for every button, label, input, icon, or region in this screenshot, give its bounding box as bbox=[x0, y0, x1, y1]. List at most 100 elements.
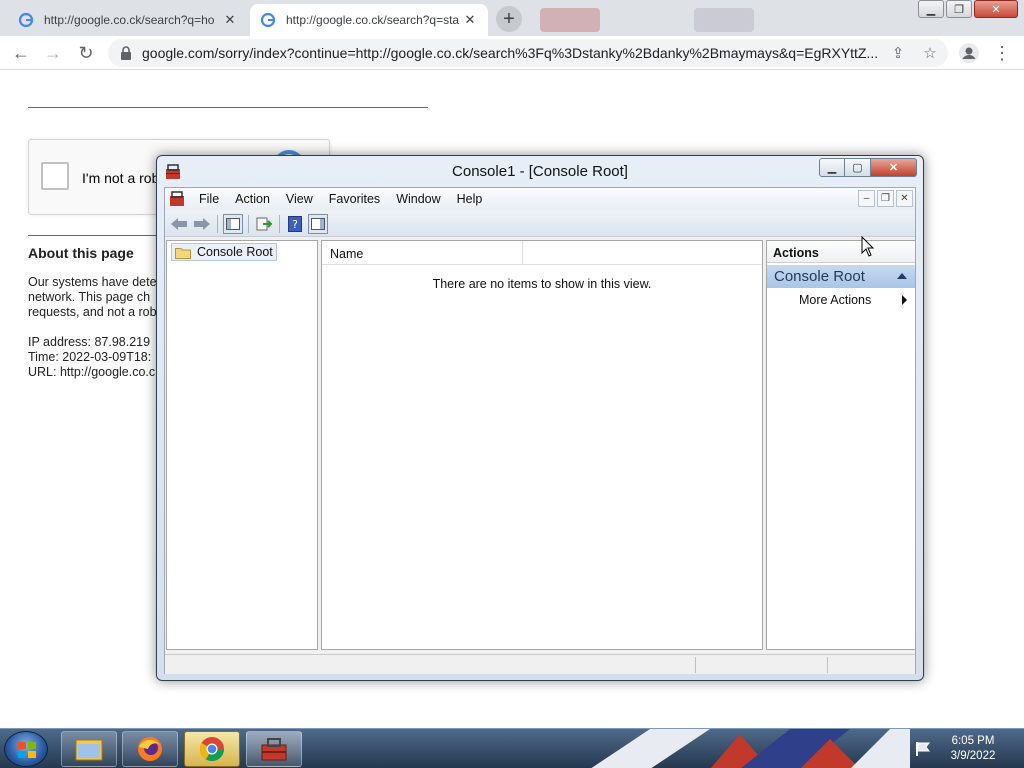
minimize-icon[interactable]: – bbox=[858, 190, 875, 207]
toolbar-separator bbox=[217, 214, 218, 233]
menu-window[interactable]: Window bbox=[388, 192, 448, 206]
mmc-console-window: Console1 - [Console Root] ▁ ▢ ✕ File Act… bbox=[156, 155, 924, 681]
show-hide-action-pane-icon[interactable] bbox=[308, 213, 328, 234]
tab-close-icon[interactable]: ✕ bbox=[222, 12, 238, 28]
request-info: IP address: 87.98.219 Time: 2022-03-09T18… bbox=[28, 335, 155, 380]
firefox-icon bbox=[138, 737, 162, 761]
svg-text:?: ? bbox=[292, 218, 298, 231]
share-icon[interactable]: ⇪ bbox=[886, 41, 910, 65]
mmc-window-controls: ▁ ▢ ✕ bbox=[819, 158, 917, 177]
system-clock[interactable]: 6:05 PM 3/9/2022 bbox=[940, 734, 1006, 764]
menu-help[interactable]: Help bbox=[449, 192, 491, 206]
address-url: google.com/sorry/index?continue=http://g… bbox=[142, 45, 879, 61]
recaptcha-label: I'm not a rob bbox=[82, 170, 160, 186]
browser-toolbar: ← → ↻ google.com/sorry/index?continue=ht… bbox=[0, 36, 1024, 70]
export-list-icon[interactable] bbox=[254, 214, 274, 234]
divider bbox=[28, 107, 428, 108]
browser-tab-2[interactable]: http://google.co.ck/search?q=sta ✕ bbox=[250, 4, 488, 36]
minimize-icon[interactable]: ▁ bbox=[819, 158, 845, 177]
window-title: Console1 - [Console Root] bbox=[452, 163, 628, 180]
tree-item-label: Console Root bbox=[197, 245, 273, 259]
actions-section-console-root[interactable]: Console Root bbox=[767, 265, 915, 288]
browser-tab-1[interactable]: http://google.co.ck/search?q=ho ✕ bbox=[8, 4, 248, 36]
close-icon[interactable]: ✕ bbox=[896, 190, 913, 207]
show-hide-tree-icon[interactable] bbox=[223, 213, 243, 234]
google-favicon-icon bbox=[18, 12, 34, 28]
tree-item-console-root[interactable]: Console Root bbox=[171, 243, 277, 261]
menu-kebab-icon[interactable]: ⋮ bbox=[990, 41, 1014, 65]
toolbar-separator bbox=[248, 214, 249, 233]
scope-tree-pane: Console Root bbox=[166, 240, 318, 650]
background-window-peek bbox=[694, 8, 754, 32]
action-center-flag-icon[interactable] bbox=[914, 741, 932, 757]
mmc-client-area: File Action View Favorites Window Help –… bbox=[164, 187, 916, 674]
taskbar-mmc[interactable] bbox=[246, 731, 302, 767]
tab-title: http://google.co.ck/search?q=ho bbox=[44, 13, 215, 27]
child-window-controls: – ❐ ✕ bbox=[858, 190, 913, 207]
submenu-arrow-icon bbox=[902, 295, 907, 305]
console-document-icon[interactable] bbox=[169, 191, 185, 207]
restore-icon[interactable]: ❐ bbox=[877, 190, 894, 207]
windows-logo-icon bbox=[18, 742, 36, 758]
maximize-icon[interactable]: ▢ bbox=[845, 158, 871, 177]
more-actions-label: More Actions bbox=[799, 293, 872, 307]
about-text: Our systems have dete network. This page … bbox=[28, 275, 157, 320]
minimize-icon[interactable]: ▁ bbox=[918, 0, 944, 18]
result-pane: Name There are no items to show in this … bbox=[321, 240, 763, 650]
mouse-cursor-icon bbox=[861, 236, 875, 257]
lock-icon bbox=[121, 46, 131, 60]
chrome-icon bbox=[199, 737, 224, 762]
clock-date: 3/9/2022 bbox=[950, 750, 996, 762]
taskbar-firefox[interactable] bbox=[122, 731, 178, 767]
tab-title: http://google.co.ck/search?q=sta bbox=[286, 13, 460, 27]
profile-icon[interactable] bbox=[957, 41, 981, 65]
taskbar-chrome[interactable] bbox=[184, 731, 240, 767]
reload-icon[interactable]: ↻ bbox=[74, 41, 98, 65]
recaptcha-checkbox[interactable] bbox=[41, 162, 69, 190]
address-bar[interactable]: google.com/sorry/index?continue=http://g… bbox=[108, 39, 948, 67]
column-separator[interactable] bbox=[522, 241, 523, 265]
maximize-icon[interactable]: ❐ bbox=[946, 0, 972, 18]
tab-close-icon[interactable]: ✕ bbox=[462, 12, 478, 28]
ip-address: IP address: 87.98.219 bbox=[28, 335, 151, 349]
help-icon[interactable]: ? bbox=[285, 214, 305, 234]
forward-arrow-icon[interactable] bbox=[192, 214, 212, 234]
folder-icon bbox=[175, 247, 191, 259]
close-icon[interactable]: ✕ bbox=[871, 158, 917, 177]
request-time: Time: 2022-03-09T18: bbox=[28, 350, 152, 364]
about-title: About this page bbox=[28, 245, 134, 261]
start-button[interactable] bbox=[4, 731, 48, 767]
taskbar-explorer[interactable] bbox=[61, 731, 117, 767]
status-divider bbox=[695, 657, 696, 673]
about-line: Our systems have dete bbox=[28, 275, 157, 289]
google-favicon-icon bbox=[260, 12, 276, 28]
folder-icon bbox=[75, 739, 103, 761]
actions-header: Actions bbox=[767, 241, 915, 263]
back-arrow-icon[interactable]: ← bbox=[9, 41, 33, 65]
actions-pane: Actions Console Root More Actions bbox=[766, 240, 916, 650]
new-tab-button[interactable]: + bbox=[496, 6, 522, 32]
more-actions-item[interactable]: More Actions bbox=[767, 293, 915, 311]
actions-section-label: Console Root bbox=[774, 268, 865, 285]
about-line: requests, and not a rob bbox=[28, 305, 157, 319]
wallpaper-art bbox=[591, 729, 910, 768]
back-arrow-icon[interactable] bbox=[169, 214, 189, 234]
browser-window-controls: ▁ ❐ ✕ bbox=[918, 0, 1018, 18]
empty-view-message: There are no items to show in this view. bbox=[432, 277, 652, 291]
browser-tabstrip: http://google.co.ck/search?q=ho ✕ http:/… bbox=[0, 0, 1024, 36]
column-header: Name bbox=[322, 241, 762, 265]
forward-arrow-icon[interactable]: → bbox=[41, 41, 65, 65]
menu-file[interactable]: File bbox=[191, 192, 227, 206]
request-url: URL: http://google.co.c bbox=[28, 365, 156, 379]
menu-view[interactable]: View bbox=[278, 192, 321, 206]
clock-time: 6:05 PM bbox=[951, 735, 995, 747]
menu-action[interactable]: Action bbox=[227, 192, 278, 206]
toolbar-separator bbox=[279, 214, 280, 233]
collapse-arrow-icon[interactable] bbox=[897, 273, 907, 279]
status-divider bbox=[827, 657, 828, 673]
star-icon[interactable]: ☆ bbox=[918, 41, 942, 65]
about-line: network. This page ch bbox=[28, 290, 151, 304]
close-icon[interactable]: ✕ bbox=[974, 0, 1018, 18]
menu-favorites[interactable]: Favorites bbox=[321, 192, 388, 206]
column-header-name[interactable]: Name bbox=[330, 247, 363, 261]
